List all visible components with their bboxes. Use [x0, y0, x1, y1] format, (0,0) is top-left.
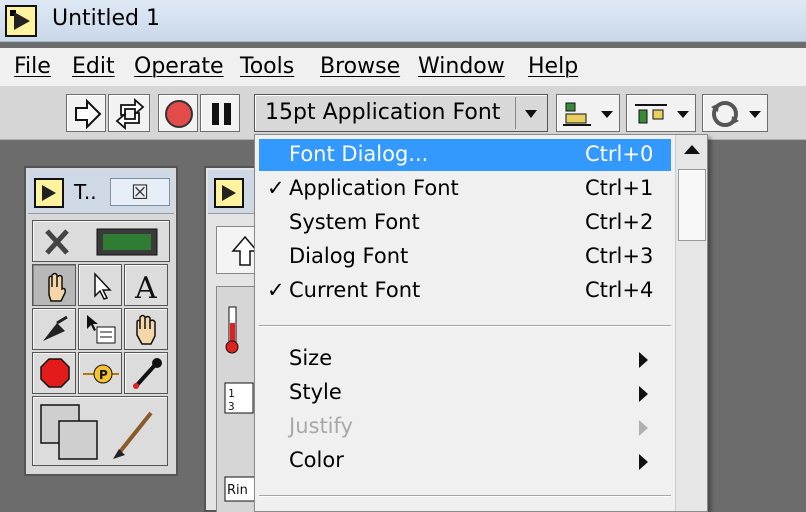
- check-icon: ✓: [267, 278, 285, 302]
- menu-browse[interactable]: Browse: [320, 54, 400, 79]
- run-continuously-icon: [115, 98, 145, 130]
- chevron-right-icon: [639, 352, 648, 368]
- object-shortcut-menu-icon: [87, 315, 116, 344]
- menu-item-system-font[interactable]: System Font Ctrl+2: [259, 207, 671, 239]
- menu-item-label: Size: [289, 346, 333, 370]
- align-objects-icon: [563, 102, 613, 126]
- run-continuously-button[interactable]: [108, 94, 150, 132]
- breakpoint-icon: [40, 358, 70, 388]
- svg-text:1: 1: [228, 387, 235, 400]
- font-select[interactable]: 15pt Application Font: [254, 94, 548, 132]
- menu-item-color[interactable]: Color: [259, 445, 671, 477]
- automatic-tool-icon: [45, 228, 158, 256]
- menu-item-style[interactable]: Style: [259, 377, 671, 409]
- menu-item-label: Color: [289, 448, 344, 472]
- set-color-tool[interactable]: [32, 396, 168, 466]
- set-color-icon: [40, 404, 153, 460]
- menu-item-shortcut: Ctrl+2: [585, 210, 654, 234]
- align-objects-button[interactable]: [556, 94, 620, 132]
- tools-palette-header: T.. ☒: [28, 170, 174, 214]
- abort-icon: [165, 100, 193, 128]
- menu-separator: [259, 325, 671, 327]
- svg-text:A: A: [134, 271, 157, 306]
- title-bar: Untitled 1: [0, 0, 806, 42]
- scroll-up-icon[interactable]: [676, 135, 708, 165]
- breakpoint-tool[interactable]: [32, 352, 76, 394]
- menu-item-label: Dialog Font: [289, 244, 409, 268]
- reorder-button[interactable]: [702, 94, 768, 132]
- edit-text-icon: A: [134, 271, 157, 306]
- color-copy-icon: [133, 358, 162, 389]
- svg-text:Rin: Rin: [227, 483, 248, 498]
- menu-file[interactable]: File: [14, 54, 51, 79]
- menu-item-label: Style: [289, 380, 342, 404]
- menu-item-current-font[interactable]: ✓ Current Font Ctrl+4: [259, 275, 671, 307]
- position-select-icon: [94, 272, 112, 300]
- menu-scrollbar[interactable]: [675, 135, 707, 511]
- window-title: Untitled 1: [52, 6, 161, 31]
- font-menu: Font Dialog... Ctrl+0 ✓ Application Font…: [254, 134, 708, 512]
- automatic-tool-button[interactable]: [32, 220, 170, 262]
- menu-item-shortcut: Ctrl+4: [585, 278, 654, 302]
- probe-icon: P: [83, 364, 119, 384]
- menu-item-dialog-font[interactable]: Dialog Font Ctrl+3: [259, 241, 671, 273]
- distribute-objects-icon: [635, 104, 689, 124]
- run-arrow-icon: [75, 98, 102, 130]
- operate-value-tool[interactable]: [32, 264, 76, 306]
- edit-text-tool[interactable]: A: [124, 264, 168, 306]
- menu-item-label: System Font: [289, 210, 420, 234]
- labview-run-icon: [5, 5, 37, 37]
- chevron-down-icon[interactable]: [515, 97, 545, 129]
- menu-window[interactable]: Window: [418, 54, 505, 79]
- close-button[interactable]: ☒: [110, 178, 170, 206]
- menu-operate[interactable]: Operate: [134, 54, 224, 79]
- pause-icon: [212, 103, 231, 125]
- operate-value-icon: [48, 272, 66, 302]
- svg-text:P: P: [99, 368, 108, 382]
- menu-edit[interactable]: Edit: [72, 54, 115, 79]
- menu-tools[interactable]: Tools: [240, 54, 294, 79]
- menu-item-label: Font Dialog...: [289, 142, 429, 166]
- font-select-value: 15pt Application Font: [265, 100, 501, 125]
- menu-item-shortcut: Ctrl+1: [585, 176, 654, 200]
- scroll-window-tool[interactable]: [124, 308, 168, 350]
- connect-wire-tool[interactable]: [32, 308, 76, 350]
- labview-run-icon: [214, 178, 244, 208]
- object-shortcut-menu-tool[interactable]: [78, 308, 122, 350]
- check-icon: ✓: [267, 176, 285, 200]
- scroll-window-icon: [136, 314, 156, 345]
- distribute-objects-button[interactable]: [626, 94, 696, 132]
- chevron-right-icon: [639, 420, 648, 436]
- menu-item-application-font[interactable]: ✓ Application Font Ctrl+1: [259, 173, 671, 205]
- color-copy-tool[interactable]: [124, 352, 168, 394]
- tools-palette: T.. ☒ A P: [24, 166, 178, 476]
- abort-button[interactable]: [158, 94, 198, 132]
- menu-item-justify: Justify: [259, 411, 671, 443]
- menu-item-shortcut: Ctrl+3: [585, 244, 654, 268]
- svg-text:3: 3: [228, 400, 235, 413]
- toolbar: 15pt Application Font: [0, 86, 806, 140]
- menu-bar: File Edit Operate Tools Browse Window He…: [0, 48, 806, 86]
- pause-button[interactable]: [200, 94, 240, 132]
- labview-run-icon: [34, 178, 64, 208]
- scrollbar-thumb[interactable]: [678, 169, 706, 241]
- connect-wire-icon: [43, 315, 68, 341]
- menu-help[interactable]: Help: [528, 54, 578, 79]
- chevron-right-icon: [639, 454, 648, 470]
- close-icon: ☒: [131, 180, 149, 204]
- menu-item-label: Application Font: [289, 176, 459, 200]
- menu-item-font-dialog[interactable]: Font Dialog... Ctrl+0: [259, 139, 671, 171]
- position-select-tool[interactable]: [78, 264, 122, 306]
- menu-item-label: Justify: [289, 414, 353, 438]
- menu-item-shortcut: Ctrl+0: [585, 142, 654, 166]
- menu-item-label: Current Font: [289, 278, 421, 302]
- menu-separator: [259, 495, 671, 497]
- run-button[interactable]: [66, 94, 106, 132]
- tools-palette-title: T..: [74, 180, 97, 204]
- chevron-right-icon: [639, 386, 648, 402]
- probe-tool[interactable]: P: [78, 352, 122, 394]
- menu-item-size[interactable]: Size: [259, 343, 671, 375]
- reorder-icon: [711, 101, 761, 127]
